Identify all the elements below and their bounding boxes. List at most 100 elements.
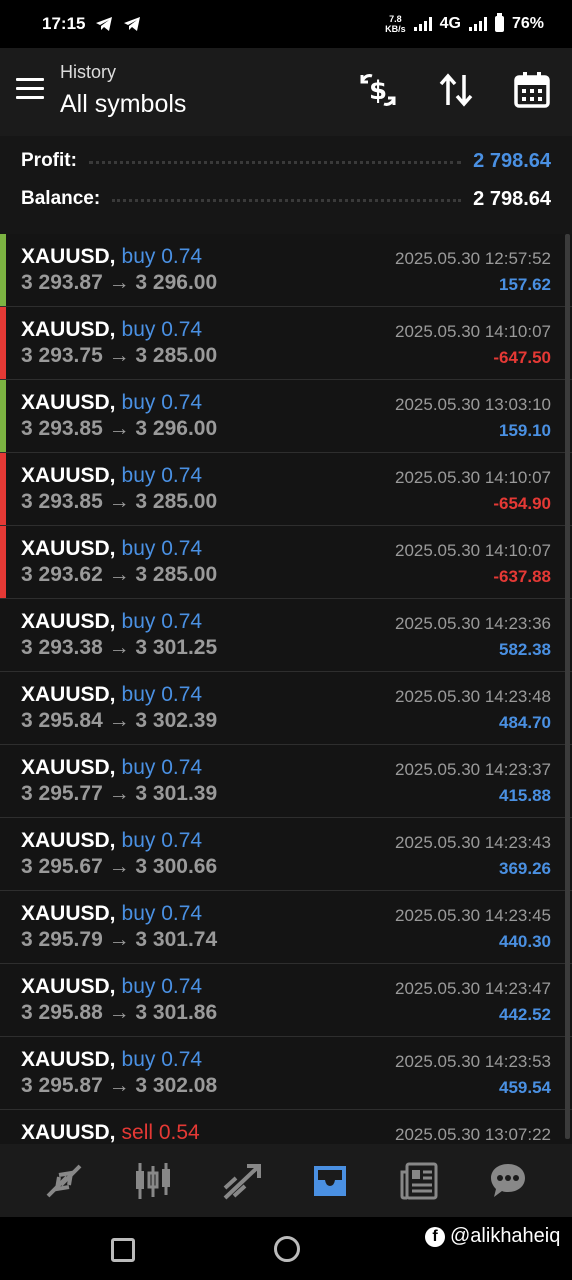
balance-value: 2 798.64: [473, 187, 551, 210]
messages-icon[interactable]: [483, 1156, 533, 1206]
deal-row[interactable]: XAUUSD, buy 0.74 3 293.38 → 3 301.25 2025.0…: [0, 599, 572, 672]
deal-profit: -647.50: [493, 348, 551, 367]
deal-profit: 159.10: [499, 421, 551, 440]
deal-side-volume: buy 0.74: [121, 683, 203, 706]
deal-row[interactable]: XAUUSD, buy 0.74 3 295.84 → 3 302.39 2025.0…: [0, 672, 572, 745]
deal-prices: 3 293.38 → 3 301.25: [21, 636, 218, 659]
deal-side-volume: buy 0.74: [121, 756, 203, 779]
history-icon[interactable]: [305, 1156, 355, 1206]
home-button[interactable]: [274, 1236, 300, 1262]
status-left: 17:15: [42, 14, 141, 34]
quotes-icon[interactable]: [39, 1156, 89, 1206]
deal-side-volume: buy 0.74: [121, 975, 203, 998]
deal-side-volume: buy 0.74: [121, 829, 203, 852]
status-time: 17:15: [42, 14, 86, 33]
deal-side-volume: buy 0.74: [121, 1048, 203, 1071]
deals-list[interactable]: XAUUSD, buy 0.74 3 293.87 → 3 296.00 2025.0…: [0, 234, 572, 1144]
telegram-icon: [96, 17, 113, 31]
page-title[interactable]: All symbols: [60, 90, 186, 119]
deal-prices: 3 295.87 → 3 302.08: [21, 1074, 218, 1097]
deal-symbol: XAUUSD, buy 0.74: [21, 391, 202, 415]
deal-symbol-name: XAUUSD,: [21, 245, 116, 268]
status-right: 7.8 KB/s 4G 76%: [385, 13, 544, 34]
deal-prices: 3 295.88 → 3 301.86: [21, 1001, 218, 1024]
deal-row[interactable]: XAUUSD, buy 0.74 3 295.79 → 3 301.74 2025.0…: [0, 891, 572, 964]
deal-profit: 582.38: [499, 640, 551, 659]
status-bar: 17:15 7.8 KB/s 4G 76%: [0, 0, 572, 48]
deal-side-volume: sell 0.54: [121, 1121, 200, 1144]
deal-symbol-name: XAUUSD,: [21, 610, 116, 633]
deal-time: 2025.05.30 14:23:45: [395, 906, 551, 925]
deal-row[interactable]: XAUUSD, buy 0.74 3 293.85 → 3 296.00 2025.0…: [0, 380, 572, 453]
chart-icon[interactable]: [128, 1156, 178, 1206]
deal-profit: 442.52: [499, 1005, 551, 1024]
profit-value: 2 798.64: [473, 149, 551, 172]
deal-row[interactable]: XAUUSD, buy 0.74 3 295.87 → 3 302.08 2025.0…: [0, 1037, 572, 1110]
watermark: f @alikhaheiq: [425, 1225, 560, 1248]
summary-panel: Profit: 2 798.64 Balance: 2 798.64: [0, 136, 572, 234]
deal-symbol: XAUUSD, sell 0.54: [21, 1121, 200, 1144]
deal-side-volume: buy 0.74: [121, 318, 203, 341]
recents-button[interactable]: [111, 1238, 135, 1262]
deal-result-marker: [0, 1110, 6, 1144]
sort-icon[interactable]: [436, 70, 476, 110]
deal-symbol-name: XAUUSD,: [21, 683, 116, 706]
deal-profit: 440.30: [499, 932, 551, 951]
deal-side-volume: buy 0.74: [121, 464, 203, 487]
deal-row[interactable]: XAUUSD, buy 0.74 3 293.85 → 3 285.00 2025.0…: [0, 453, 572, 526]
deal-time: 2025.05.30 14:10:07: [395, 468, 551, 487]
deal-symbol: XAUUSD, buy 0.74: [21, 975, 202, 999]
news-icon[interactable]: [394, 1156, 444, 1206]
signal-icon: [413, 17, 432, 31]
deal-row[interactable]: XAUUSD, buy 0.74 3 293.75 → 3 285.00 2025.0…: [0, 307, 572, 380]
deal-profit: 459.54: [499, 1078, 551, 1097]
menu-icon[interactable]: [16, 78, 44, 100]
deal-result-marker: [0, 307, 6, 379]
deal-time: 2025.05.30 14:23:37: [395, 760, 551, 779]
deal-symbol-name: XAUUSD,: [21, 902, 116, 925]
deal-prices: 3 293.85 → 3 296.00: [21, 417, 218, 440]
deal-symbol: XAUUSD, buy 0.74: [21, 610, 202, 634]
deal-prices: 3 295.77 → 3 301.39: [21, 782, 218, 805]
deal-side-volume: buy 0.74: [121, 537, 203, 560]
deal-prices: 3 293.62 → 3 285.00: [21, 563, 218, 586]
deal-symbol-name: XAUUSD,: [21, 756, 116, 779]
deal-prices: 3 295.84 → 3 302.39: [21, 709, 218, 732]
deal-result-marker: [0, 964, 6, 1036]
deal-time: 2025.05.30 14:10:07: [395, 322, 551, 341]
deal-result-marker: [0, 453, 6, 525]
deal-row[interactable]: XAUUSD, buy 0.74 3 295.67 → 3 300.66 2025.0…: [0, 818, 572, 891]
scrollbar[interactable]: [565, 234, 570, 1139]
deal-row[interactable]: XAUUSD, buy 0.74 3 293.87 → 3 296.00 2025.0…: [0, 234, 572, 307]
telegram-icon: [124, 17, 141, 31]
battery-icon: [494, 13, 504, 32]
deal-symbol: XAUUSD, buy 0.74: [21, 318, 202, 342]
balance-row: Balance: 2 798.64: [21, 184, 551, 214]
deal-result-marker: [0, 526, 6, 598]
deal-time: 2025.05.30 14:23:43: [395, 833, 551, 852]
deal-result-marker: [0, 818, 6, 890]
calendar-icon[interactable]: [512, 70, 552, 110]
deal-row[interactable]: XAUUSD, buy 0.74 3 295.88 → 3 301.86 2025.0…: [0, 964, 572, 1037]
deal-time: 2025.05.30 14:10:07: [395, 541, 551, 560]
deal-row[interactable]: XAUUSD, buy 0.74 3 293.62 → 3 285.00 2025.0…: [0, 526, 572, 599]
deal-time: 2025.05.30 14:23:47: [395, 979, 551, 998]
deal-symbol: XAUUSD, buy 0.74: [21, 537, 202, 561]
profit-row: Profit: 2 798.64: [21, 146, 551, 176]
watermark-handle: @alikhaheiq: [450, 1225, 561, 1247]
deal-prices: 3 295.79 → 3 301.74: [21, 928, 218, 951]
deal-row[interactable]: XAUUSD, buy 0.74 3 295.77 → 3 301.39 2025.0…: [0, 745, 572, 818]
deal-symbol: XAUUSD, buy 0.74: [21, 829, 202, 853]
currency-exchange-icon[interactable]: $: [358, 70, 398, 110]
deal-symbol-name: XAUUSD,: [21, 1121, 116, 1144]
deal-side-volume: buy 0.74: [121, 610, 203, 633]
deal-side-volume: buy 0.74: [121, 245, 203, 268]
deal-time: 2025.05.30 12:57:52: [395, 249, 551, 268]
trade-icon[interactable]: [217, 1156, 267, 1206]
deal-row[interactable]: XAUUSD, sell 0.54 2025.05.30 13:07:22: [0, 1110, 572, 1144]
deal-time: 2025.05.30 14:23:36: [395, 614, 551, 633]
deal-symbol-name: XAUUSD,: [21, 1048, 116, 1071]
deal-prices: 3 293.75 → 3 285.00: [21, 344, 218, 367]
deal-prices: 3 295.67 → 3 300.66: [21, 855, 218, 878]
network-type: 4G: [439, 15, 461, 32]
